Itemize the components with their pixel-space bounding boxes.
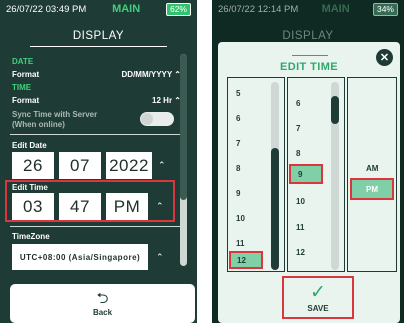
minute-option[interactable]: 12 (296, 248, 305, 257)
sync-label-line1: Sync Time with Server (12, 110, 98, 119)
battery-indicator: 62% (165, 2, 191, 16)
save-label: SAVE (307, 303, 329, 313)
hour-option[interactable]: 10 (236, 214, 245, 223)
date-year-box[interactable]: 2022 (106, 152, 152, 179)
minute-picker-column[interactable]: 6 7 8 9 10 11 12 (287, 77, 345, 272)
edit-time-screen: 26/07/22 12:14 PM MAIN 34% DISPLAY EDIT … (212, 0, 404, 323)
display-settings-screen: 26/07/22 03:49 PM MAIN 62% DISPLAY DATE … (0, 0, 197, 323)
edit-time-label: Edit Time (12, 183, 48, 192)
sync-time-label: Sync Time with Server (When online) (12, 110, 97, 130)
back-label: Back (92, 307, 113, 317)
close-icon[interactable]: ✕ (376, 49, 393, 66)
minute-option[interactable]: 6 (296, 99, 300, 108)
status-datetime: 26/07/22 12:14 PM (218, 3, 299, 15)
save-button[interactable]: ✓ SAVE (282, 276, 354, 319)
minute-option[interactable]: 10 (296, 197, 305, 206)
title-overline (292, 55, 328, 56)
edit-date-label: Edit Date (12, 141, 47, 150)
hour-option[interactable]: 11 (236, 239, 244, 248)
status-datetime: 26/07/22 03:49 PM (6, 3, 87, 15)
selected-minute: 9 (298, 170, 303, 179)
divider (10, 134, 181, 135)
edit-time-modal: EDIT TIME ✕ 5 6 7 8 9 10 11 12 6 7 8 9 1… (218, 42, 400, 323)
modal-title: EDIT TIME (280, 61, 338, 73)
status-mode: MAIN (321, 3, 350, 15)
selected-minute-highlight[interactable]: 9 (289, 164, 323, 184)
chevron-up-icon[interactable]: ⌃ (158, 160, 166, 171)
minute-option[interactable]: 7 (296, 124, 300, 133)
battery-indicator: 34% (372, 2, 398, 16)
period-picker-column[interactable]: AM PM (347, 77, 397, 272)
am-option[interactable]: AM (366, 164, 378, 173)
date-section-label: DATE (12, 57, 34, 66)
background-title: DISPLAY (282, 30, 334, 42)
hour-scroll-thumb[interactable] (271, 148, 279, 270)
hour-option[interactable]: 5 (236, 89, 240, 98)
chevron-up-icon[interactable]: ⌃ (156, 201, 164, 212)
title-underline (30, 46, 167, 47)
time-minute-box[interactable]: 47 (59, 193, 101, 220)
date-month-box[interactable]: 07 (59, 152, 101, 179)
minute-scroll-thumb[interactable] (331, 96, 339, 124)
status-mode: MAIN (112, 3, 141, 15)
date-day-box[interactable]: 26 (12, 152, 54, 179)
format-label: Format (12, 96, 40, 105)
minute-option[interactable]: 8 (296, 149, 300, 158)
selected-hour: 12 (237, 256, 246, 265)
page-title: DISPLAY (72, 30, 125, 42)
time-format-value: 12 Hr (152, 96, 173, 105)
divider (10, 226, 181, 227)
time-period-box[interactable]: PM (106, 193, 148, 220)
sync-time-toggle[interactable] (140, 112, 174, 126)
checkmark-icon: ✓ (310, 281, 326, 303)
chevron-up-icon[interactable]: ⌃ (156, 252, 164, 263)
hour-picker-column[interactable]: 5 6 7 8 9 10 11 12 (227, 77, 285, 272)
scrollbar-thumb[interactable] (180, 54, 187, 200)
time-format-row[interactable]: Format 12 Hr ⌃ (12, 96, 181, 105)
hour-option[interactable]: 7 (236, 139, 240, 148)
timezone-select[interactable]: UTC+08:00 (Asia/Singapore) (12, 244, 148, 270)
selected-hour-highlight[interactable]: 12 (229, 251, 263, 269)
hour-option[interactable]: 9 (236, 189, 240, 198)
back-button[interactable]: ⮌ Back (10, 284, 195, 323)
hour-option[interactable]: 6 (236, 114, 240, 123)
timezone-label: TimeZone (12, 232, 50, 241)
minute-option[interactable]: 11 (296, 223, 304, 232)
format-label: Format (12, 70, 40, 79)
date-format-value: DD/MM/YYYY (121, 70, 173, 79)
status-bar: 26/07/22 03:49 PM MAIN 62% (0, 0, 197, 18)
hour-option[interactable]: 8 (236, 164, 240, 173)
status-bar: 26/07/22 12:14 PM MAIN 34% (212, 0, 404, 18)
date-format-row[interactable]: Format DD/MM/YYYY ⌃ (12, 70, 181, 79)
pm-option-selected[interactable]: PM (350, 178, 394, 200)
time-section-label: TIME (12, 83, 32, 92)
sync-label-line2: (When online) (12, 120, 65, 129)
back-arrow-icon: ⮌ (96, 289, 109, 307)
time-hour-box[interactable]: 03 (12, 193, 54, 220)
